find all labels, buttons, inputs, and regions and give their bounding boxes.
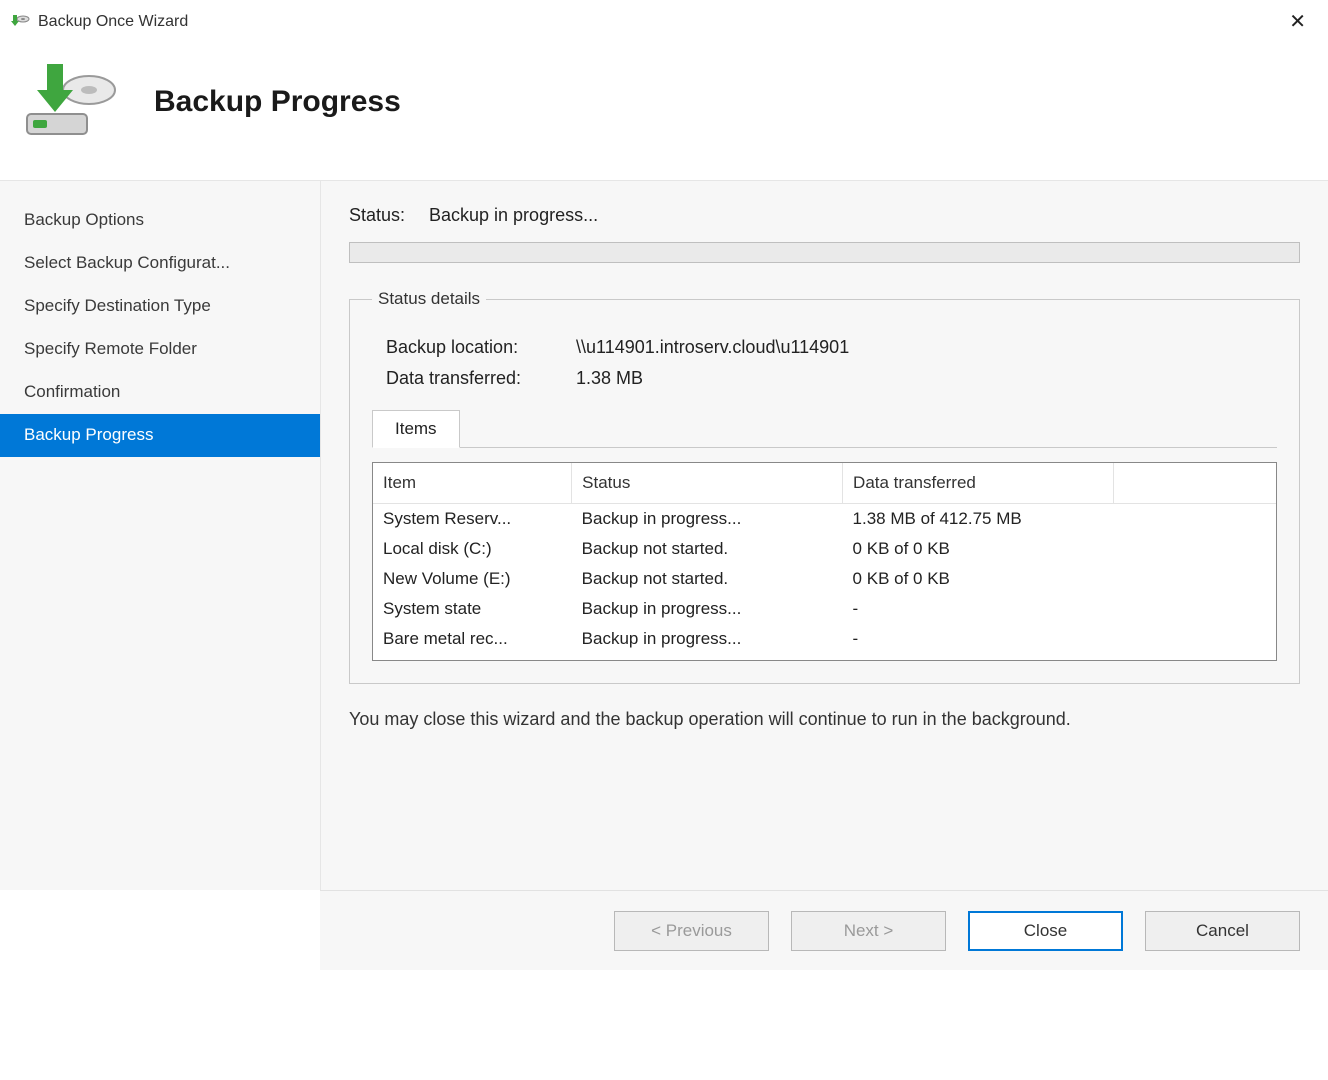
cell-status: Backup not started. — [572, 534, 843, 564]
cell-status: Backup not started. — [572, 564, 843, 594]
table-header-row: Item Status Data transferred — [373, 463, 1276, 504]
cell-item: Local disk (C:) — [373, 534, 572, 564]
col-status[interactable]: Status — [572, 463, 843, 504]
app-icon — [10, 12, 30, 32]
cell-status: Backup in progress... — [572, 504, 843, 535]
step-confirmation[interactable]: Confirmation — [0, 371, 320, 414]
cell-data: 0 KB of 0 KB — [843, 534, 1114, 564]
cell-item: Bare metal rec... — [373, 624, 572, 654]
wizard-steps-sidebar: Backup Options Select Backup Configurat.… — [0, 181, 320, 890]
wizard-header: Backup Progress — [0, 40, 1328, 180]
window-title: Backup Once Wizard — [38, 13, 188, 31]
table-row[interactable]: New Volume (E:) Backup not started. 0 KB… — [373, 564, 1276, 594]
cell-data: - — [843, 624, 1114, 654]
close-icon[interactable]: ✕ — [1281, 8, 1314, 36]
col-item[interactable]: Item — [373, 463, 572, 504]
status-details-legend: Status details — [372, 289, 486, 309]
tab-items[interactable]: Items — [372, 410, 460, 448]
wizard-footer: < Previous Next > Close Cancel — [320, 890, 1328, 970]
previous-button: < Previous — [614, 911, 769, 951]
cell-data: 1.38 MB of 412.75 MB — [843, 504, 1114, 535]
col-data-transferred[interactable]: Data transferred — [843, 463, 1114, 504]
cell-item: System Reserv... — [373, 504, 572, 535]
table-row[interactable]: Bare metal rec... Backup in progress... … — [373, 624, 1276, 654]
title-bar: Backup Once Wizard ✕ — [0, 0, 1328, 40]
status-value: Backup in progress... — [429, 205, 598, 226]
data-transferred-label: Data transferred: — [386, 368, 576, 389]
cell-item: New Volume (E:) — [373, 564, 572, 594]
data-transferred-value: 1.38 MB — [576, 368, 643, 389]
items-table-container: Item Status Data transferred System Rese… — [372, 462, 1277, 661]
cell-status: Backup in progress... — [572, 624, 843, 654]
step-backup-progress[interactable]: Backup Progress — [0, 414, 320, 457]
step-specify-remote-folder[interactable]: Specify Remote Folder — [0, 328, 320, 371]
close-button[interactable]: Close — [968, 911, 1123, 951]
backup-location-value: \\u114901.introserv.cloud\u114901 — [576, 337, 849, 358]
background-hint-text: You may close this wizard and the backup… — [349, 706, 1129, 732]
cell-data: 0 KB of 0 KB — [843, 564, 1114, 594]
table-row[interactable]: System state Backup in progress... - — [373, 594, 1276, 624]
items-table: Item Status Data transferred System Rese… — [373, 463, 1276, 654]
col-spacer — [1113, 463, 1276, 504]
cell-data: - — [843, 594, 1114, 624]
status-label: Status: — [349, 205, 429, 226]
step-select-backup-configuration[interactable]: Select Backup Configurat... — [0, 242, 320, 285]
table-row[interactable]: System Reserv... Backup in progress... 1… — [373, 504, 1276, 535]
cancel-button[interactable]: Cancel — [1145, 911, 1300, 951]
next-button: Next > — [791, 911, 946, 951]
wizard-main-panel: Status: Backup in progress... Status det… — [320, 181, 1328, 890]
cell-item: System state — [373, 594, 572, 624]
step-specify-destination-type[interactable]: Specify Destination Type — [0, 285, 320, 328]
table-row[interactable]: Local disk (C:) Backup not started. 0 KB… — [373, 534, 1276, 564]
page-title: Backup Progress — [154, 85, 401, 119]
backup-location-label: Backup location: — [386, 337, 576, 358]
overall-progress-bar — [349, 242, 1300, 263]
cell-status: Backup in progress... — [572, 594, 843, 624]
status-details-group: Status details Backup location: \\u11490… — [349, 289, 1300, 684]
backup-hero-icon — [14, 57, 124, 147]
step-backup-options[interactable]: Backup Options — [0, 199, 320, 242]
